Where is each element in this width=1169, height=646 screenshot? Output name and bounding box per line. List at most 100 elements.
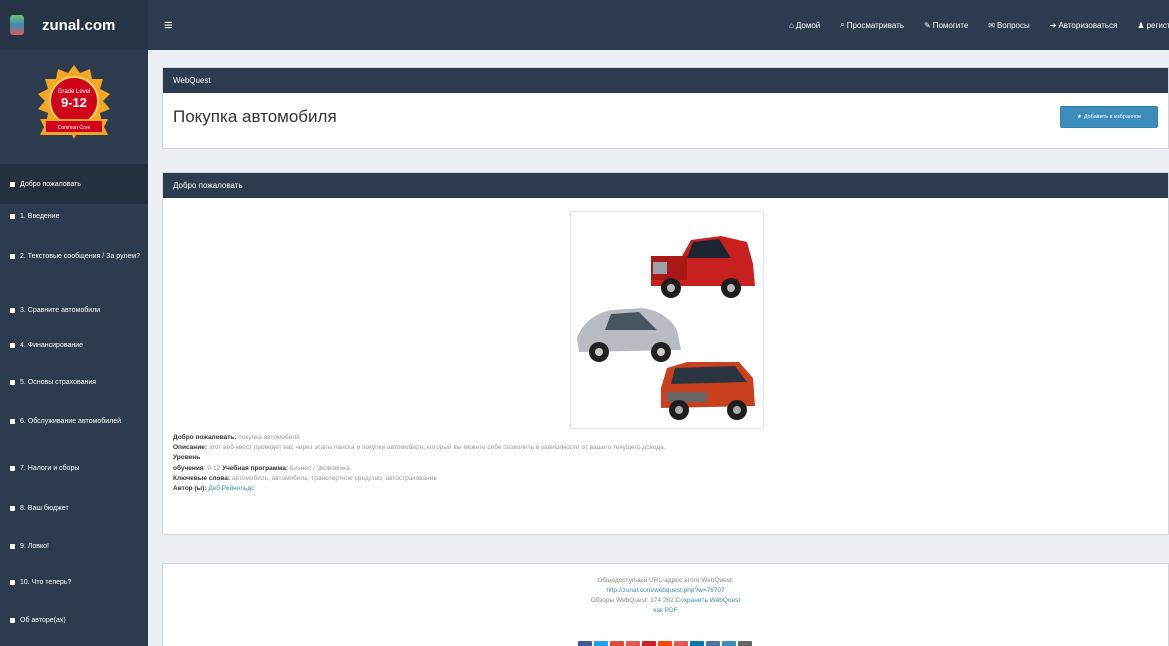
info-keywords-row: Ключевые слова: автомобиль, автомобиль, … [173, 474, 1153, 484]
nav-home-label: Домой [795, 20, 821, 30]
square-icon [10, 343, 15, 348]
info-welcome-row: Добро пожаловать: покупка автомобиля [173, 433, 1153, 443]
views-row: Обзоры WebQuest: 174 282 Сохранить WebQu… [163, 596, 1168, 606]
sidebar-item-nice[interactable]: 9. Ловко! [0, 541, 148, 552]
grade-badge-icon: Grade Level 9-12 Common Core [38, 65, 110, 139]
nav-register-label: регистр [1146, 20, 1169, 30]
grade-level-badge: Grade Level 9-12 Common Core [0, 50, 148, 160]
info-author-row: Автор (ы): Деб Рейнольдс [173, 484, 1153, 494]
search-icon: ⌕ [840, 20, 845, 29]
sidebar-item-intro[interactable]: 1. Введение [0, 211, 148, 222]
save-as-pdf-link[interactable]: как PDF [163, 606, 1168, 616]
print-icon[interactable] [737, 641, 752, 646]
info-curriculum-label: Учебная программа: [222, 464, 289, 472]
facebook-icon[interactable] [577, 641, 592, 646]
star-icon: ★ [1076, 114, 1082, 120]
badge-ribbon-text: Common Core [58, 125, 91, 131]
info-description-label: Описание: [173, 444, 207, 452]
cars-illustration [577, 236, 755, 420]
info-keywords-value: автомобиль, автомобиль, транспортное сре… [231, 474, 437, 482]
welcome-panel: Добро пожаловать Добро пожаловать: покуп… [162, 172, 1169, 535]
sidebar-item-label: Добро пожаловать [20, 180, 81, 188]
sidebar-item-label: 7. Налоги и сборы [20, 465, 80, 472]
nav-login[interactable]: ➜ Авторизоваться [1050, 21, 1118, 30]
add-to-favorites-button[interactable]: ★ Добавить в избранное [1060, 106, 1158, 128]
nav-questions[interactable]: ✉ Вопросы [988, 21, 1029, 30]
delicious-icon[interactable] [721, 641, 736, 646]
page-title: Покупка автомобиля [173, 107, 337, 126]
info-keywords-label: Ключевые слова: [173, 474, 231, 482]
sidebar-item-label: 4. Финансирование [20, 342, 84, 349]
user-icon: ♟ [1137, 20, 1145, 30]
home-icon: ⌂ [789, 20, 794, 30]
tumblr-icon[interactable] [625, 641, 640, 646]
sidebar-item-about-authors[interactable]: Об авторе(ах) [0, 615, 148, 626]
panel-header: Добро пожаловать [163, 173, 1168, 198]
square-icon [10, 254, 15, 259]
reddit-icon[interactable] [657, 641, 672, 646]
brand-logo-icon [10, 15, 24, 35]
sidebar-item-label: Об авторе(ах) [20, 617, 66, 624]
linkedin-icon[interactable] [689, 641, 704, 646]
square-icon [10, 181, 15, 187]
author-link[interactable]: Деб Рейнольдс [208, 485, 254, 492]
mail-icon[interactable] [673, 641, 688, 646]
info-description-value: этот веб-квест проведет вас через этапы … [208, 444, 666, 452]
public-url-label: Общедоступный URL-адрес этого WebQuest: [597, 577, 734, 584]
nav-browse-label: Просматривать [846, 20, 904, 30]
sidebar-item-maintenance[interactable]: 6. Обслуживание автомобилей [0, 416, 148, 427]
square-icon [10, 380, 15, 385]
panel-header: WebQuest [163, 68, 1168, 93]
twitter-icon[interactable] [593, 641, 608, 646]
sidebar-item-label: 5. Основы страхования [20, 379, 97, 386]
share-buttons [577, 641, 754, 646]
square-icon [10, 618, 15, 623]
nav-home[interactable]: ⌂ Домой [789, 21, 820, 30]
info-level-label: Уровень [173, 454, 201, 462]
nav-help[interactable]: ✎ Помогите [924, 21, 968, 30]
pinterest-icon[interactable] [641, 641, 656, 646]
sidebar-item-welcome[interactable]: Добро пожаловать [0, 164, 148, 204]
comments-icon: ✉ [988, 20, 995, 30]
sidebar-item-budget[interactable]: 8. Ваш бюджет [0, 503, 148, 514]
public-url-link[interactable]: http://zunal.com/webquest.php?w=76707 [163, 586, 1168, 596]
square-icon [10, 466, 15, 471]
google-plus-icon[interactable] [609, 641, 624, 646]
sidebar-item-label: 8. Ваш бюджет [20, 505, 69, 512]
badge-grade-text: 9-12 [61, 95, 87, 110]
footer-info: Общедоступный URL-адрес этого WebQuest: … [163, 576, 1168, 616]
sidebar-item-insurance[interactable]: 5. Основы страхования [0, 377, 148, 388]
sidebar-item-compare[interactable]: 3. Сравните автомобили [0, 305, 148, 316]
cars-image [570, 211, 764, 429]
sidebar-item-label: 10. Что теперь? [20, 579, 72, 586]
menu-toggle-icon[interactable]: ≡ [164, 17, 173, 34]
sidebar-item-label: 2. Текстовые сообщения / За рулем? [20, 253, 141, 260]
webquest-title-panel: WebQuest Покупка автомобиля ★ Добавить в… [162, 67, 1169, 149]
sidebar-item-taxes[interactable]: 7. Налоги и сборы [0, 463, 148, 474]
nav-help-label: Помогите [932, 20, 969, 30]
top-nav-menu: ⌂ Домой ⌕ Просматривать ✎ Помогите ✉ Воп… [769, 0, 1169, 50]
info-welcome-label: Добро пожаловать: [173, 434, 237, 441]
footer-panel: Общедоступный URL-адрес этого WebQuest: … [162, 563, 1169, 646]
top-navbar: zunal.com ≡ ⌂ Домой ⌕ Просматривать ✎ По… [0, 0, 1169, 50]
sidebar-item-financing[interactable]: 4. Финансирование [0, 340, 148, 351]
square-icon [10, 544, 15, 549]
brand[interactable]: zunal.com [0, 0, 148, 50]
sidebar-item-label: 3. Сравните автомобили [20, 307, 101, 314]
nav-browse[interactable]: ⌕ Просматривать [840, 20, 904, 30]
info-welcome-value: покупка автомобиля [238, 434, 300, 441]
info-description-row: Описание: этот веб-квест проведет вас че… [173, 443, 1153, 453]
sidebar-item-texting[interactable]: 2. Текстовые сообщения / За рулем? [0, 251, 148, 262]
brand-name: zunal.com [42, 16, 116, 34]
square-icon [10, 580, 15, 585]
sidebar-item-label: 6. Обслуживание автомобилей [20, 418, 122, 425]
info-author-label: Автор (ы): [173, 485, 207, 493]
nav-questions-label: Вопросы [996, 20, 1030, 30]
add-to-favorites-label: Добавить в избранное [1083, 114, 1142, 120]
red-truck-image [651, 236, 755, 298]
nav-register[interactable]: ♟ регистр [1137, 21, 1169, 30]
vk-icon[interactable] [705, 641, 720, 646]
save-webquest-link[interactable]: Сохранить WebQuest [676, 597, 741, 604]
silver-car-image [577, 308, 681, 362]
sidebar-item-whats-next[interactable]: 10. Что теперь? [0, 577, 148, 588]
